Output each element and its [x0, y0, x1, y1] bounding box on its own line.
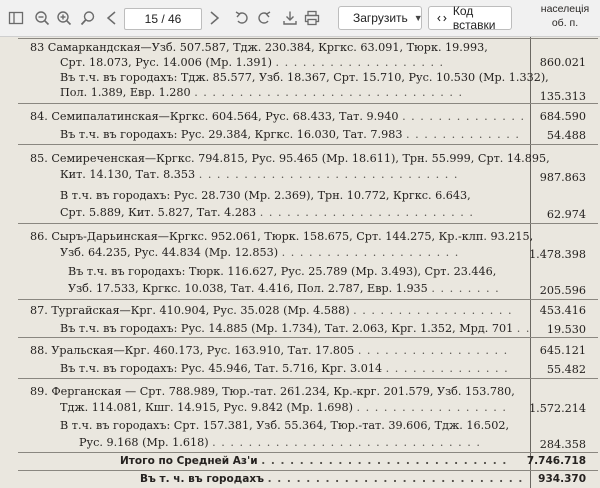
download-label: Загрузить	[353, 11, 408, 25]
entry-87-line1: 87. Тургайская—Крг. 410.904, Рус. 35.028…	[30, 304, 513, 317]
chevron-down-icon: ▼	[413, 13, 423, 23]
row-divider	[18, 223, 598, 224]
row-divider	[18, 103, 598, 104]
entry-89-cities-value: 284.358	[539, 438, 586, 451]
entry-86-cities-value: 205.596	[539, 284, 586, 297]
entry-86-cities-line1: Въ т.ч. въ городахъ: Тюрк. 116.627, Рус.…	[68, 265, 497, 278]
document-page: 83 Самаркандская—Узб. 507.587, Тдж. 230.…	[0, 37, 600, 488]
entry-83-cities-line2: Пол. 1.389, Евр. 1.280 . . . . . . . . .…	[60, 86, 464, 99]
code-icon	[437, 15, 447, 21]
header-rule	[18, 38, 598, 39]
pdf-viewer-toolbar: 15 / 46 Загрузить ▼ Код вставки населеці…	[0, 0, 600, 37]
entry-84-cities-value: 54.488	[546, 129, 586, 142]
entry-85-line1: 85. Семиреченская—Кргкс. 794.815, Рус. 9…	[30, 152, 550, 165]
entry-86-value: 1.478.398	[529, 248, 586, 261]
entry-89-cities-line2: Рус. 9.168 (Мр. 1.618) . . . . . . . . .…	[79, 436, 481, 449]
entry-86-line1: 86. Сыръ-Дарьинская—Кргкс. 952.061, Тюрк…	[30, 230, 534, 243]
total-cities: Въ т. ч. въ городахъ . . . . . . . . . .…	[140, 473, 524, 485]
zoom-in-icon[interactable]	[54, 8, 74, 28]
total-central-asia: Итого по Средней Аз'и . . . . . . . . . …	[120, 455, 508, 467]
entry-88-value: 645.121	[539, 344, 586, 357]
total-cities-value: 934.370	[538, 473, 586, 485]
entry-85-cities-line1: В т.ч. въ городахъ: Рус. 28.730 (Мр. 2.3…	[60, 189, 471, 202]
entry-86-cities-line2: Узб. 17.533, Кргкс. 10.038, Тат. 4.416, …	[68, 282, 500, 295]
print-icon[interactable]	[302, 8, 322, 28]
entry-83-value: 860.021	[539, 56, 586, 69]
entry-83-cities-line1: Въ т.ч. въ городахъ: Тдж. 85.577, Узб. 1…	[60, 71, 549, 84]
entry-89-line1: 89. Ферганская — Срт. 788.989, Тюр.-тат.…	[30, 385, 515, 398]
entry-88-cities-value: 55.482	[546, 363, 586, 376]
entry-89-value: 1.572.214	[529, 402, 586, 415]
entry-86-line2: Узб. 64.235, Рус. 44.834 (Мр. 12.853) . …	[60, 246, 460, 259]
sidebar-toggle-icon[interactable]	[6, 8, 26, 28]
column-divider	[530, 37, 531, 488]
rotate-left-icon[interactable]	[232, 8, 252, 28]
column-header-line1: населеція	[540, 3, 590, 15]
entry-85-line2: Кит. 14.130, Тат. 8.353 . . . . . . . . …	[60, 168, 459, 181]
row-divider	[18, 299, 598, 300]
row-divider	[18, 378, 598, 379]
entry-85-cities-line2: Срт. 5.889, Кит. 5.827, Тат. 4.283 . . .…	[60, 206, 474, 219]
entry-88-cities: Въ т.ч. въ городахъ: Рус. 45.946, Тат. 5…	[60, 362, 509, 375]
search-icon[interactable]	[78, 8, 98, 28]
entry-89-line2: Тдж. 114.081, Кшг. 14.915, Рус. 9.842 (М…	[60, 401, 507, 414]
entry-87-cities: Въ т.ч. въ городахъ: Рус. 14.885 (Мр. 1.…	[60, 322, 531, 335]
row-divider	[18, 470, 598, 471]
embed-code-button[interactable]: Код вставки	[428, 4, 512, 32]
page-number-input[interactable]: 15 / 46	[124, 8, 202, 30]
previous-page-icon[interactable]	[102, 8, 122, 28]
entry-85-cities-value: 62.974	[546, 208, 586, 221]
entry-84-value: 684.590	[539, 110, 586, 123]
entry-83-line1: 83 Самаркандская—Узб. 507.587, Тдж. 230.…	[30, 41, 488, 54]
total-central-asia-value: 7.746.718	[526, 455, 586, 467]
entry-84-cities: Въ т.ч. въ городахъ: Рус. 29.384, Кргкс.…	[60, 128, 520, 141]
row-divider	[18, 144, 598, 145]
zoom-out-icon[interactable]	[32, 8, 52, 28]
entry-88-line1: 88. Уральская—Крг. 460.173, Рус. 163.910…	[30, 344, 509, 357]
entry-87-cities-value: 19.530	[546, 323, 586, 336]
download-button[interactable]: Загрузить ▼	[338, 6, 423, 30]
embed-code-label: Код вставки	[452, 4, 496, 32]
row-divider	[18, 337, 598, 338]
next-page-icon[interactable]	[204, 8, 224, 28]
column-header-line2: об. п.	[551, 17, 579, 29]
entry-87-value: 453.416	[539, 304, 586, 317]
save-icon[interactable]	[280, 8, 300, 28]
rotate-right-icon[interactable]	[254, 8, 274, 28]
entry-83-line2: Срт. 18.073, Рус. 14.006 (Мр. 1.391) . .…	[60, 56, 445, 69]
entry-84-line1: 84. Семипалатинская—Кргкс. 604.564, Рус.…	[30, 110, 526, 123]
entry-85-value: 987.863	[539, 171, 586, 184]
entry-89-cities-line1: В т.ч. въ городахъ: Срт. 157.381, Узб. 5…	[60, 419, 510, 432]
entry-83-cities-value: 135.313	[539, 90, 586, 103]
row-divider	[18, 452, 598, 453]
